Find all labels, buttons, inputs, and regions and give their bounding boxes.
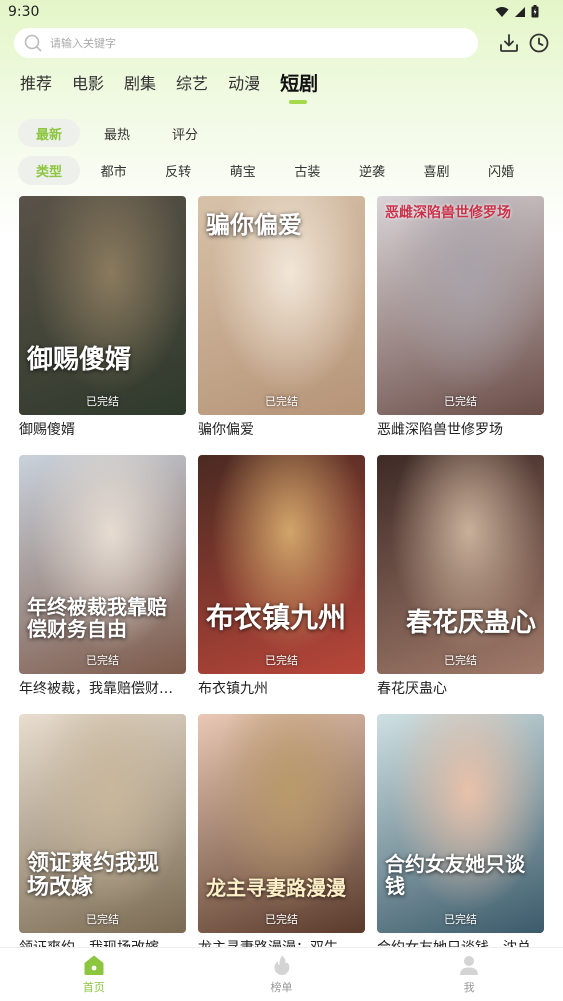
status-badge: 已完结 (86, 913, 119, 926)
battery-icon (531, 5, 539, 18)
drama-card[interactable]: 恶雌深陷兽世修罗场 已完结 恶雌深陷兽世修罗场 (377, 196, 544, 455)
poster-image[interactable]: 领证爽约我现场改嫁 已完结 (19, 714, 186, 933)
bottom-nav: 首页 榜单 我 (0, 947, 563, 1001)
genre-flash-marriage-chip[interactable]: 闪婚 (470, 156, 532, 185)
poster-title-art: 合约女友她只谈钱 (385, 852, 525, 898)
poster-title-art: 年终被裁我靠赔偿财务自由 (27, 595, 167, 641)
drama-card[interactable]: 春花厌蛊心 已完结 春花厌蛊心 (377, 455, 544, 714)
poster-image[interactable]: 恶雌深陷兽世修罗场 已完结 (377, 196, 544, 415)
genre-all-chip[interactable]: 类型 (18, 156, 80, 185)
drama-title[interactable]: 御赐傻婿 (19, 420, 186, 440)
signal-icon (515, 6, 525, 17)
genre-filter-row: 类型 都市 反转 萌宝 古装 逆袭 喜剧 闪婚 (18, 156, 532, 185)
tab-variety[interactable]: 综艺 (176, 72, 208, 96)
drama-grid: 御赐傻婿 已完结 御赐傻婿 骗你偏爱 已完结 骗你偏爱 恶雌深陷兽世修罗场 已完… (19, 196, 549, 973)
nav-home[interactable]: 首页 (0, 948, 188, 1001)
poster-image[interactable]: 御赐傻婿 已完结 (19, 196, 186, 415)
search-icon (24, 34, 42, 52)
drama-card[interactable]: 布衣镇九州 已完结 布衣镇九州 (198, 455, 365, 714)
genre-twist-chip[interactable]: 反转 (147, 156, 209, 185)
tab-movies[interactable]: 电影 (72, 72, 104, 96)
flame-icon (273, 955, 289, 975)
search-row (14, 28, 554, 58)
search-input[interactable] (50, 36, 430, 50)
drama-title[interactable]: 春花厌蛊心 (377, 679, 544, 699)
poster-image[interactable]: 年终被裁我靠赔偿财务自由 已完结 (19, 455, 186, 674)
status-badge: 已完结 (444, 395, 477, 408)
download-icon[interactable] (498, 32, 520, 54)
status-bar: 9:30 (0, 0, 563, 24)
drama-title[interactable]: 恶雌深陷兽世修罗场 (377, 420, 544, 440)
drama-card[interactable]: 龙主寻妻路漫漫 已完结 龙主寻妻路漫漫：双生萌宝觉醒翻天 (198, 714, 365, 973)
home-icon (84, 955, 104, 975)
genre-costume-chip[interactable]: 古装 (276, 156, 338, 185)
poster-title-art: 领证爽约我现场改嫁 (27, 849, 160, 900)
nav-label: 我 (463, 981, 475, 994)
genre-comedy-chip[interactable]: 喜剧 (406, 156, 468, 185)
drama-card[interactable]: 合约女友她只谈钱 已完结 合约女友她只谈钱，沈总 (377, 714, 544, 973)
sort-latest-chip[interactable]: 最新 (18, 119, 80, 147)
genre-urban-chip[interactable]: 都市 (83, 156, 145, 185)
status-time: 9:30 (8, 4, 40, 20)
poster-title-art: 龙主寻妻路漫漫 (206, 876, 346, 900)
category-tabs: 推荐 电影 剧集 综艺 动漫 短剧 (20, 72, 338, 108)
drama-card[interactable]: 领证爽约我现场改嫁 已完结 领证爽约，我现场改嫁 (19, 714, 186, 973)
tab-series[interactable]: 剧集 (124, 72, 156, 96)
genre-cute-baby-chip[interactable]: 萌宝 (212, 156, 274, 185)
drama-title[interactable]: 布衣镇九州 (198, 679, 365, 699)
poster-title-art: 骗你偏爱 (206, 210, 302, 239)
drama-title[interactable]: 年终被裁，我靠赔偿财务自由 (19, 679, 186, 699)
history-clock-icon[interactable] (528, 32, 550, 54)
poster-title-art: 布衣镇九州 (206, 601, 347, 635)
drama-card[interactable]: 御赐傻婿 已完结 御赐傻婿 (19, 196, 186, 455)
wifi-icon (495, 6, 509, 17)
poster-title-art: 御赐傻婿 (27, 345, 132, 376)
poster-image[interactable]: 骗你偏爱 已完结 (198, 196, 365, 415)
search-box[interactable] (14, 28, 478, 58)
status-badge: 已完结 (265, 913, 298, 926)
tab-anime[interactable]: 动漫 (228, 72, 260, 96)
drama-card[interactable]: 骗你偏爱 已完结 骗你偏爱 (198, 196, 365, 455)
status-badge: 已完结 (444, 913, 477, 926)
nav-label: 首页 (82, 981, 105, 994)
status-badge: 已完结 (444, 654, 477, 667)
poster-image[interactable]: 春花厌蛊心 已完结 (377, 455, 544, 674)
genre-comeback-chip[interactable]: 逆袭 (341, 156, 403, 185)
nav-ranking[interactable]: 榜单 (188, 948, 376, 1001)
drama-title[interactable]: 骗你偏爱 (198, 420, 365, 440)
nav-label: 榜单 (270, 981, 293, 994)
poster-title-art: 恶雌深陷兽世修罗场 (385, 205, 511, 221)
status-badge: 已完结 (86, 395, 119, 408)
sort-rating-chip[interactable]: 评分 (154, 119, 216, 147)
tab-recommend[interactable]: 推荐 (20, 72, 52, 96)
poster-image[interactable]: 布衣镇九州 已完结 (198, 455, 365, 674)
nav-profile[interactable]: 我 (375, 948, 563, 1001)
drama-card[interactable]: 年终被裁我靠赔偿财务自由 已完结 年终被裁，我靠赔偿财务自由 (19, 455, 186, 714)
user-icon (460, 956, 479, 975)
poster-title-art: 春花厌蛊心 (405, 608, 536, 639)
status-badge: 已完结 (265, 654, 298, 667)
poster-image[interactable]: 合约女友她只谈钱 已完结 (377, 714, 544, 933)
status-badge: 已完结 (265, 395, 298, 408)
tab-short-drama[interactable]: 短剧 (280, 72, 318, 104)
status-badge: 已完结 (86, 654, 119, 667)
sort-hottest-chip[interactable]: 最热 (86, 119, 148, 147)
poster-image[interactable]: 龙主寻妻路漫漫 已完结 (198, 714, 365, 933)
sort-filter-row: 最新 最热 评分 (18, 119, 216, 147)
